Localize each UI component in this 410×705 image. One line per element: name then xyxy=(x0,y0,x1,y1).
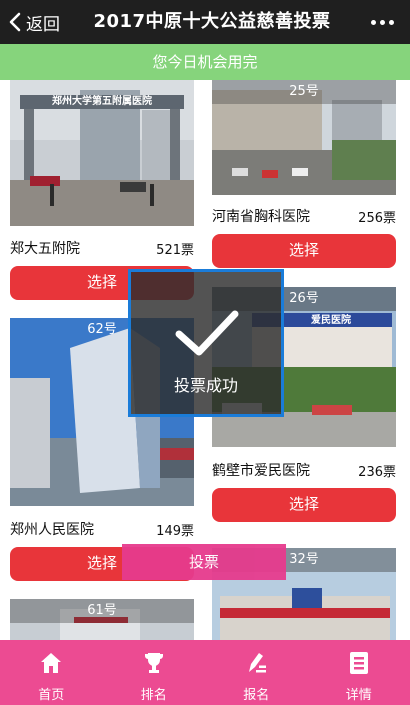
candidate-name: 郑大五附院 xyxy=(10,241,80,257)
toast-message: 投票成功 xyxy=(173,376,238,395)
more-dots-icon[interactable] xyxy=(362,0,402,44)
hospital-photo: 61号 xyxy=(10,599,194,640)
hospital-photo: 25号 xyxy=(212,80,396,195)
candidate-name: 鹤壁市爱民医院 xyxy=(212,463,310,479)
candidate-card: 61号 xyxy=(10,599,194,640)
vote-success-toast: 投票成功 xyxy=(128,269,284,417)
nav-label: 详情 xyxy=(345,688,372,703)
back-button[interactable]: 返回 xyxy=(6,0,60,44)
bottom-nav: 首页 排名 报名 详情 xyxy=(0,640,410,705)
vote-count: 236票 xyxy=(358,465,396,480)
vote-button[interactable]: 投票 xyxy=(122,544,286,580)
vote-count: 149票 xyxy=(156,524,194,539)
top-bar: 返回 2017中原十大公益慈善投票 xyxy=(0,0,410,44)
vote-limit-banner: 您今日机会用完 xyxy=(0,44,410,80)
nav-label: 首页 xyxy=(38,688,65,703)
vote-count: 256票 xyxy=(358,211,396,226)
home-icon xyxy=(38,650,64,676)
photo-sign-text: 爱民医院 xyxy=(311,315,351,326)
hospital-photo: 郑州大学第五附属医院 xyxy=(10,80,194,226)
candidate-card: 郑州大学第五附属医院 郑大五附院 521票 选择 xyxy=(10,80,194,300)
select-button[interactable]: 选择 xyxy=(212,488,396,522)
nav-item-home[interactable]: 首页 xyxy=(0,640,103,705)
checkmark-icon xyxy=(175,308,239,362)
details-doc-icon xyxy=(346,650,372,676)
nav-item-details[interactable]: 详情 xyxy=(308,640,410,705)
candidate-card: 25号 河南省胸科医院 256票 选择 xyxy=(212,80,396,270)
page-title: 2017中原十大公益慈善投票 xyxy=(93,11,331,32)
nav-item-signup[interactable]: 报名 xyxy=(205,640,308,705)
nav-label: 排名 xyxy=(140,688,167,703)
candidate-number: 61号 xyxy=(10,599,194,623)
select-button[interactable]: 选择 xyxy=(212,234,396,268)
candidate-name: 河南省胸科医院 xyxy=(212,209,310,225)
signup-pen-icon xyxy=(243,650,269,676)
nav-label: 报名 xyxy=(243,688,270,703)
photo-sign-text: 郑州大学第五附属医院 xyxy=(52,96,152,107)
candidate-name: 郑州人民医院 xyxy=(10,522,94,538)
nav-item-ranking[interactable]: 排名 xyxy=(103,640,206,705)
back-label: 返回 xyxy=(26,14,60,35)
chevron-left-icon xyxy=(6,0,24,44)
candidate-number: 25号 xyxy=(212,80,396,104)
vote-count: 521票 xyxy=(156,243,194,258)
trophy-icon xyxy=(141,650,167,676)
